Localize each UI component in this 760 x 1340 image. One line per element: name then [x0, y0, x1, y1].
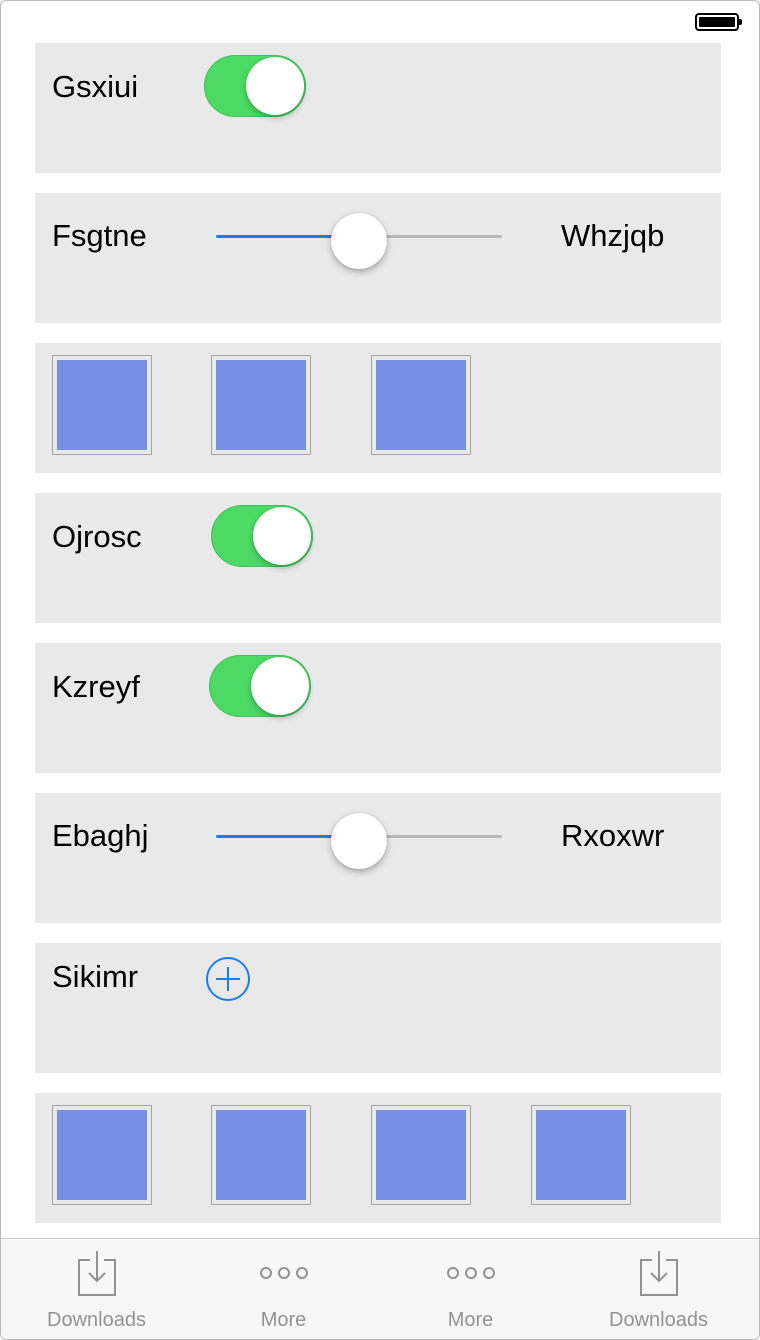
tab-more-2[interactable]: More: [376, 1239, 565, 1339]
image-tile[interactable]: [531, 1105, 631, 1205]
tab-downloads-1[interactable]: Downloads: [2, 1239, 191, 1339]
fsgtne-slider[interactable]: [216, 213, 502, 269]
slider-max-label: Rxoxwr: [561, 818, 665, 853]
image-tile[interactable]: [211, 1105, 311, 1205]
app-screen: Gsxiui Fsgtne Whzjqb Ojrosc Kzreyf Ebagh…: [0, 0, 760, 1340]
ebaghj-slider[interactable]: [216, 813, 502, 869]
tab-more-1[interactable]: More: [189, 1239, 378, 1339]
toggle-knob: [253, 507, 311, 565]
slider-max-label: Whzjqb: [561, 218, 665, 253]
row-label: Ojrosc: [52, 519, 142, 554]
image-tile[interactable]: [52, 355, 152, 455]
battery-icon: [695, 13, 742, 31]
tile-grid-1: [35, 343, 721, 473]
tab-label: More: [447, 1309, 494, 1331]
row-label: Sikimr: [52, 959, 139, 994]
row-fsgtne: Fsgtne Whzjqb: [35, 193, 721, 323]
image-tile[interactable]: [371, 355, 471, 455]
tile-grid-2: [35, 1093, 721, 1223]
row-kzreyf: Kzreyf: [35, 643, 721, 773]
row-sikimr: Sikimr: [35, 943, 721, 1073]
toggle-knob: [251, 657, 309, 715]
tab-label: More: [260, 1309, 307, 1331]
download-icon: [639, 1251, 678, 1296]
more-icon: [446, 1267, 495, 1279]
tab-downloads-2[interactable]: Downloads: [564, 1239, 753, 1339]
ojrosc-toggle[interactable]: [211, 505, 313, 567]
gsxiui-toggle[interactable]: [204, 55, 306, 117]
row-gsxiui: Gsxiui: [35, 43, 721, 173]
image-tile[interactable]: [211, 355, 311, 455]
kzreyf-toggle[interactable]: [209, 655, 311, 717]
image-tile[interactable]: [52, 1105, 152, 1205]
tab-label: Downloads: [609, 1309, 708, 1331]
slider-min-label: Ebaghj: [52, 818, 149, 853]
slider-thumb[interactable]: [331, 213, 387, 269]
download-icon: [77, 1251, 116, 1296]
slider-min-label: Fsgtne: [52, 218, 147, 253]
add-button[interactable]: [206, 957, 250, 1001]
tab-label: Downloads: [47, 1309, 146, 1331]
more-icon: [259, 1267, 308, 1279]
row-ebaghj: Ebaghj Rxoxwr: [35, 793, 721, 923]
row-label: Kzreyf: [52, 669, 140, 704]
row-ojrosc: Ojrosc: [35, 493, 721, 623]
slider-thumb[interactable]: [331, 813, 387, 869]
toggle-knob: [246, 57, 304, 115]
row-label: Gsxiui: [52, 69, 139, 104]
tab-bar: Downloads More More Downloads: [1, 1238, 759, 1339]
image-tile[interactable]: [371, 1105, 471, 1205]
